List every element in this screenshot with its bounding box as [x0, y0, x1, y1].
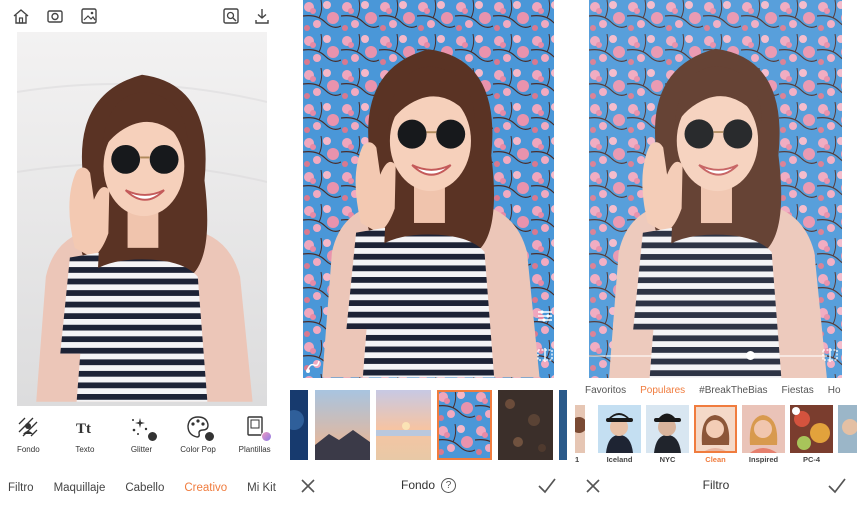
filter-thumb-partial[interactable]: 1: [575, 405, 585, 467]
thumbnail-beach-sunset[interactable]: [376, 390, 431, 460]
thumbnail-dark-texture[interactable]: [498, 390, 553, 460]
category-tabs: Filtro Maquillaje Cabello Creativo Mi Ki…: [0, 474, 283, 502]
filter-category-tabs: Favoritos Populares #BreakTheBias Fiesta…: [585, 385, 841, 401]
filter-preview: [575, 405, 585, 453]
tool-glitter-label: Glitter: [130, 445, 153, 454]
background-bottom-bar: Fondo?: [290, 474, 567, 500]
filter-preview: [598, 405, 641, 453]
filter-thumb-iceland[interactable]: Iceland: [598, 405, 641, 467]
filter-preview: [694, 405, 737, 453]
filter-label: NYC: [659, 455, 676, 464]
tab-favoritos[interactable]: Favoritos: [585, 385, 626, 401]
filter-bottom-bar: Filtro: [575, 474, 857, 500]
intensity-slider[interactable]: [587, 351, 827, 360]
tab-breakthebias[interactable]: #BreakTheBias: [699, 385, 767, 401]
glitter-icon: [128, 414, 159, 442]
filter-thumb-clean-selected[interactable]: Clean: [694, 405, 737, 467]
thumbnail-mountain-sunset[interactable]: [315, 390, 370, 460]
premium-badge: [260, 431, 272, 442]
thumbnail-cherry-blossom-selected[interactable]: [437, 390, 492, 460]
tool-text[interactable]: Tt Texto: [57, 414, 114, 464]
downloaded-badge: [792, 407, 800, 415]
compare-icon[interactable]: [536, 346, 554, 364]
filter-label: Iceland: [606, 455, 633, 464]
filter-label: Clean: [705, 455, 726, 464]
filter-thumbnails: 1 Iceland NYC Clean Inspired PC-4: [575, 405, 857, 467]
gallery-icon[interactable]: [80, 7, 98, 25]
adjust-icon[interactable]: [536, 307, 554, 325]
tab-ho[interactable]: Ho: [828, 385, 841, 401]
search-photo-icon[interactable]: [222, 7, 240, 25]
portrait-photo-white-wall: [17, 32, 267, 406]
downloaded-badge: [147, 431, 159, 442]
tab-fiestas[interactable]: Fiestas: [782, 385, 814, 401]
tool-color-pop[interactable]: Color Pop: [170, 414, 227, 464]
tool-templates[interactable]: Plantillas: [226, 414, 283, 464]
tool-text-label: Texto: [75, 445, 95, 454]
panel-title-text: Filtro: [702, 478, 730, 492]
background-panel: Fondo?: [290, 0, 567, 511]
home-icon[interactable]: [12, 7, 30, 25]
portrait-photo-filtered: [589, 0, 842, 378]
filter-panel: Favoritos Populares #BreakTheBias Fiesta…: [575, 0, 857, 511]
tool-glitter[interactable]: Glitter: [113, 414, 170, 464]
filter-label: 1: [575, 455, 580, 464]
tool-background-label: Fondo: [16, 445, 40, 454]
filter-preview: [742, 405, 785, 453]
panel-title: Filtro: [575, 478, 857, 492]
background-icon: [15, 414, 41, 440]
tool-background[interactable]: Fondo: [0, 414, 57, 464]
thumbnail-partial[interactable]: [559, 390, 567, 460]
thumbnail-night-sky[interactable]: [290, 390, 308, 460]
svg-text:Tt: Tt: [76, 421, 91, 437]
panel-title-text: Fondo: [400, 478, 436, 492]
portrait-photo-cherry-blossom: [303, 0, 554, 378]
editor-panel: Fondo Tt Texto Glitter Color Pop Plantil…: [0, 0, 283, 511]
filter-preview: [838, 405, 857, 453]
downloaded-badge: [204, 431, 216, 442]
filter-label: PC-4: [802, 455, 821, 464]
filter-thumb-nyc[interactable]: NYC: [646, 405, 689, 467]
slider-track: [587, 355, 827, 357]
confirm-check-icon[interactable]: [537, 477, 557, 495]
filter-thumb-inspired[interactable]: Inspired: [742, 405, 785, 467]
creative-tools-bar: Fondo Tt Texto Glitter Color Pop Plantil…: [0, 414, 283, 464]
tab-mi-kit[interactable]: Mi Kit: [247, 482, 276, 494]
filter-label: Inspired: [748, 455, 779, 464]
tab-cabello[interactable]: Cabello: [125, 482, 164, 494]
tool-color-pop-label: Color Pop: [180, 445, 216, 454]
background-thumbnails: [290, 390, 567, 461]
camera-icon[interactable]: [46, 7, 64, 25]
tab-creativo[interactable]: Creativo: [184, 482, 227, 494]
filter-thumb-partial-right[interactable]: [838, 405, 857, 467]
tab-populares[interactable]: Populares: [640, 385, 685, 401]
filter-preview: [646, 405, 689, 453]
filter-thumb-pc-4[interactable]: PC-4: [790, 405, 833, 467]
color-pop-icon: [185, 414, 216, 442]
tab-filtro[interactable]: Filtro: [8, 482, 34, 494]
panel-title: Fondo?: [290, 478, 567, 494]
templates-icon: [242, 414, 272, 442]
download-icon[interactable]: [253, 7, 271, 25]
tab-maquillaje[interactable]: Maquillaje: [54, 482, 106, 494]
confirm-check-icon[interactable]: [827, 477, 847, 495]
top-toolbar: [0, 0, 283, 32]
tool-templates-label: Plantillas: [238, 445, 271, 454]
help-icon[interactable]: ?: [441, 478, 457, 494]
eraser-icon[interactable]: [304, 357, 322, 375]
text-icon: Tt: [72, 414, 98, 440]
